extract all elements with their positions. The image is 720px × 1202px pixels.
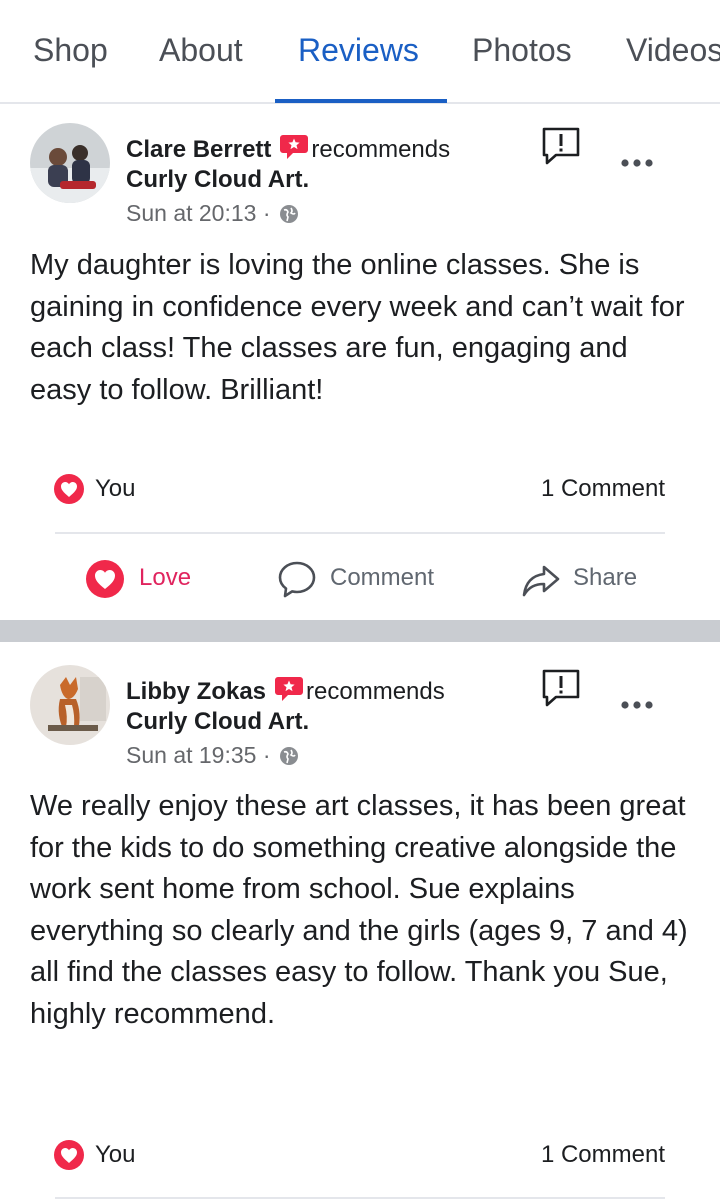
reaction-summary[interactable]: You	[95, 475, 136, 503]
love-reaction-icon	[53, 1139, 85, 1171]
divider	[55, 532, 665, 534]
comment-count[interactable]: 1 Comment	[541, 1141, 665, 1169]
post-timestamp[interactable]: Sun at 20:13 ·	[126, 200, 299, 227]
review-header: Libby Zokas recommends	[126, 675, 445, 706]
more-options-icon[interactable]	[618, 698, 658, 712]
tab-videos[interactable]: Videos	[626, 32, 720, 69]
report-icon[interactable]	[540, 126, 584, 166]
review-text: My daughter is loving the online classes…	[30, 249, 685, 406]
tab-photos[interactable]: Photos	[472, 32, 572, 69]
review-text: We really enjoy these art classes, it ha…	[30, 790, 688, 1030]
love-label: Love	[139, 564, 192, 591]
comment-count[interactable]: 1 Comment	[541, 475, 665, 503]
share-label: Share	[573, 564, 638, 591]
recommend-badge-icon	[274, 675, 304, 703]
recommend-badge-icon	[279, 133, 309, 161]
comment-button[interactable]: Comment	[276, 558, 456, 602]
divider	[55, 1197, 665, 1199]
timestamp-text: Sun at 19:35 ·	[126, 742, 271, 768]
card-separator	[0, 620, 720, 642]
recommends-label: recommends	[311, 136, 451, 163]
review-header: Clare Berrett recommends	[126, 133, 450, 164]
active-tab-indicator	[275, 99, 447, 103]
timestamp-text: Sun at 20:13 ·	[126, 200, 271, 226]
comment-label: Comment	[330, 564, 435, 591]
tab-shop[interactable]: Shop	[33, 32, 108, 69]
author-name[interactable]: Clare Berrett	[126, 136, 271, 163]
reaction-summary[interactable]: You	[95, 1141, 136, 1169]
author-name[interactable]: Libby Zokas	[126, 678, 266, 705]
page-name[interactable]: Curly Cloud Art.	[126, 708, 309, 736]
tab-about[interactable]: About	[159, 32, 243, 69]
recommends-label: recommends	[306, 678, 445, 705]
avatar[interactable]	[30, 665, 110, 745]
page-name[interactable]: Curly Cloud Art.	[126, 166, 309, 194]
page-tabs: Shop About Reviews Photos Videos	[0, 0, 720, 104]
globe-icon	[279, 203, 299, 223]
love-button[interactable]: Love	[84, 558, 204, 602]
share-button[interactable]: Share	[520, 558, 650, 602]
tab-reviews[interactable]: Reviews	[298, 32, 419, 69]
post-timestamp[interactable]: Sun at 19:35 ·	[126, 742, 299, 769]
more-options-icon[interactable]	[618, 156, 658, 170]
report-icon[interactable]	[540, 668, 584, 708]
avatar[interactable]	[30, 123, 110, 203]
globe-icon	[279, 745, 299, 765]
love-reaction-icon	[53, 473, 85, 505]
